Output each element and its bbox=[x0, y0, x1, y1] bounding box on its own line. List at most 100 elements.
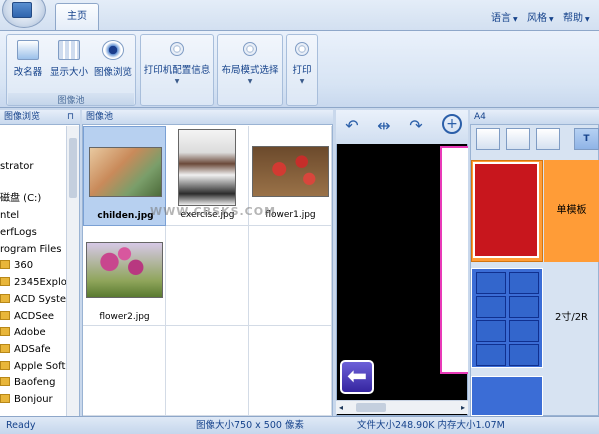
tab-home[interactable]: 主页 bbox=[55, 3, 99, 31]
app-icon bbox=[12, 2, 32, 18]
tree-item-label: Apple Soft bbox=[14, 361, 66, 372]
menu-language-label: 语言 bbox=[491, 13, 511, 24]
tree-item-label: 磁盘 (C:) bbox=[0, 193, 42, 204]
menu-style[interactable]: 风格 ▼ bbox=[527, 9, 554, 24]
chevron-down-icon: ▼ bbox=[247, 78, 253, 85]
photo-slot bbox=[476, 296, 506, 318]
tree-item[interactable]: ntel bbox=[0, 208, 66, 224]
printer-config-dropdown[interactable]: 打印机配置信息 ▼ bbox=[142, 38, 212, 94]
tree-item[interactable]: ADSafe bbox=[0, 342, 66, 358]
rename-label: 改名器 bbox=[13, 67, 43, 78]
menu-help[interactable]: 帮助 ▼ bbox=[563, 9, 590, 24]
tree-item-label: 360 bbox=[14, 260, 34, 271]
print-icon bbox=[295, 42, 309, 56]
tree-item-label: strator bbox=[0, 161, 34, 172]
zoom-in-icon[interactable]: + bbox=[442, 114, 462, 134]
image-cell-empty[interactable] bbox=[249, 226, 332, 326]
scrollbar-thumb[interactable] bbox=[356, 403, 386, 412]
file-tree-header: 图像浏览 ⊓ bbox=[0, 110, 80, 125]
ribbon-group-label: 图像池 bbox=[8, 93, 134, 106]
folder-icon bbox=[0, 394, 10, 403]
scroll-left-icon[interactable]: ◂ bbox=[339, 403, 343, 412]
print-dropdown[interactable]: 打印 ▼ bbox=[288, 38, 316, 94]
watermark-text: WWW.CBSKS.COM bbox=[150, 205, 277, 218]
layout-mode-label: 布局模式选择 bbox=[221, 65, 279, 76]
tree-item[interactable]: strator bbox=[0, 159, 66, 175]
photo-slot bbox=[476, 272, 506, 294]
folder-icon bbox=[0, 277, 10, 286]
tree-item-label: 2345Explo bbox=[14, 277, 66, 288]
folder-icon bbox=[0, 311, 10, 320]
image-caption: flower2.jpg bbox=[99, 312, 150, 322]
tree-item[interactable]: 360 bbox=[0, 258, 66, 274]
chevron-down-icon: ▼ bbox=[174, 78, 180, 85]
tree-item[interactable]: ACDSee bbox=[0, 309, 66, 325]
chevron-down-icon: ▼ bbox=[549, 16, 554, 23]
redo-icon[interactable]: ↷ bbox=[405, 116, 427, 136]
status-ready: Ready bbox=[6, 420, 36, 431]
preview-scrollbar[interactable]: ◂ ▸ bbox=[336, 400, 468, 414]
image-cell-empty[interactable] bbox=[249, 326, 332, 416]
menu-language[interactable]: 语言 ▼ bbox=[491, 9, 518, 24]
tree-item[interactable]: 磁盘 (C:) bbox=[0, 191, 66, 207]
scrollbar-thumb[interactable] bbox=[69, 138, 77, 198]
fit-icon[interactable]: ⇹ bbox=[373, 116, 395, 136]
delete-template-icon[interactable] bbox=[536, 128, 560, 150]
printer-icon bbox=[170, 42, 184, 56]
undo-icon[interactable]: ↶ bbox=[341, 116, 363, 136]
pin-icon[interactable]: ⊓ bbox=[67, 110, 74, 124]
tree-item-label: ntel bbox=[0, 210, 20, 221]
paper-size-label: A4 bbox=[474, 112, 486, 122]
template-single-preview bbox=[473, 162, 539, 258]
template-single-label[interactable]: 单模板 bbox=[544, 160, 599, 262]
tree-item-label: Baofeng bbox=[14, 377, 56, 388]
tree-item-label: Adobe bbox=[14, 327, 46, 338]
rename-button[interactable]: 改名器 bbox=[9, 38, 47, 94]
image-cell-empty[interactable] bbox=[83, 326, 166, 416]
tree-item[interactable]: erfLogs bbox=[0, 225, 66, 241]
tree-item[interactable]: ACD Syste bbox=[0, 292, 66, 308]
photo-slot bbox=[476, 320, 506, 342]
image-thumbnail bbox=[178, 129, 236, 206]
image-cell-flower2[interactable]: flower2.jpg bbox=[83, 226, 166, 326]
eye-icon bbox=[102, 40, 124, 60]
tree-scrollbar[interactable] bbox=[66, 126, 79, 416]
template-next[interactable] bbox=[471, 376, 543, 416]
image-cell-empty[interactable] bbox=[166, 326, 249, 416]
tree-item-label: ACD Syste bbox=[14, 294, 66, 305]
tree-item[interactable]: rogram Files bbox=[0, 242, 66, 258]
tree-item[interactable]: Apple Soft bbox=[0, 359, 66, 375]
tree-item[interactable]: 2345Explo bbox=[0, 275, 66, 291]
add-template-icon[interactable] bbox=[476, 128, 500, 150]
scroll-right-icon[interactable]: ▸ bbox=[461, 403, 465, 412]
edit-template-icon[interactable] bbox=[506, 128, 530, 150]
image-thumbnail bbox=[252, 146, 329, 197]
folder-icon bbox=[0, 377, 10, 386]
rename-icon bbox=[17, 40, 39, 60]
tree-item-label: Bonjour bbox=[14, 394, 53, 405]
template-panel bbox=[470, 110, 599, 416]
back-arrow-icon[interactable]: ⬅ bbox=[340, 360, 374, 394]
tree-item[interactable]: Adobe bbox=[0, 325, 66, 341]
image-pool-header: 图像池 bbox=[82, 110, 333, 125]
print-label: 打印 bbox=[292, 65, 312, 76]
image-browse-button[interactable]: 图像浏览 bbox=[91, 38, 135, 94]
file-tree-title: 图像浏览 bbox=[4, 112, 41, 122]
photo-slot bbox=[476, 344, 506, 366]
template-2inch[interactable] bbox=[471, 268, 543, 368]
display-size-button[interactable]: 显示大小 bbox=[47, 38, 91, 94]
tree-item-label: rogram Files bbox=[0, 244, 62, 255]
layout-mode-dropdown[interactable]: 布局模式选择 ▼ bbox=[219, 38, 281, 94]
tree-item-label: erfLogs bbox=[0, 227, 37, 238]
template-panel-header: A4 bbox=[470, 110, 599, 125]
tree-item[interactable]: Bonjour bbox=[0, 392, 66, 408]
tree-item[interactable]: Baofeng bbox=[0, 375, 66, 391]
status-bar: Ready 图像大小750 x 500 像素 文件大小248.90K 内存大小1… bbox=[0, 416, 599, 434]
template-2inch-label[interactable]: 2寸/2R bbox=[544, 268, 599, 368]
image-cell-empty[interactable] bbox=[166, 226, 249, 326]
display-size-label: 显示大小 bbox=[49, 67, 88, 78]
status-image-size: 图像大小750 x 500 像素 bbox=[196, 420, 304, 431]
menu-style-label: 风格 bbox=[527, 13, 547, 24]
photo-slot bbox=[509, 320, 539, 342]
text-tool-icon[interactable]: T bbox=[574, 128, 599, 150]
